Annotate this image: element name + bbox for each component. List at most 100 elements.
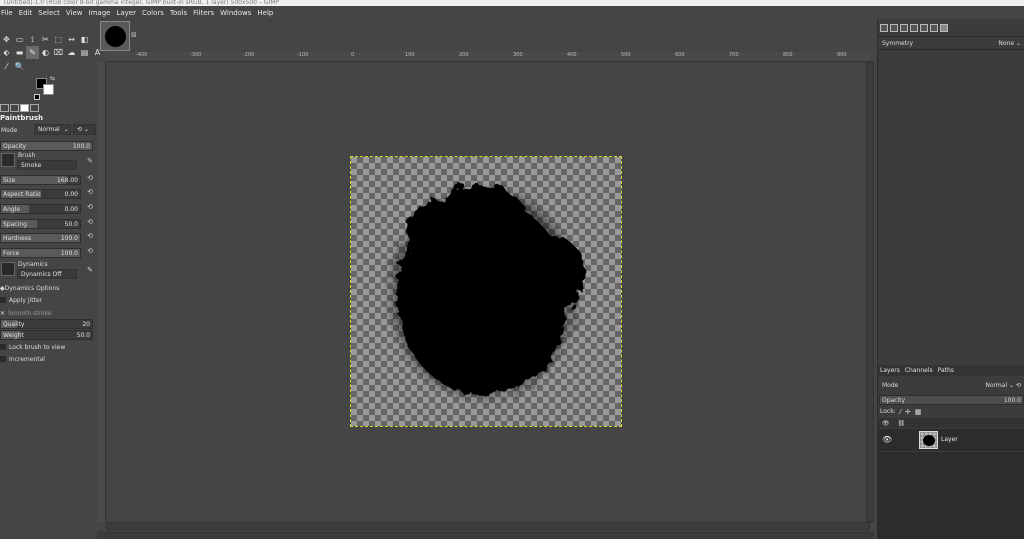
edit-dynamics-icon[interactable]: ✎ [84,266,96,277]
weight-label: Weight [3,331,24,339]
horizontal-scrollbar[interactable] [106,522,870,530]
spacing-slider[interactable]: Spacing 50.0 [0,219,81,229]
smooth-stroke-row[interactable]: ✕ Smooth stroke [0,307,97,319]
lock-brush-checkbox[interactable] [0,344,6,350]
image-canvas[interactable] [350,156,622,427]
menu-tools[interactable]: Tools [170,9,187,17]
images-tab-icon[interactable] [30,104,39,112]
move-tool-icon[interactable]: ✥ [0,33,13,46]
symmetry-tab-icon[interactable] [940,23,948,32]
flip-tool-icon[interactable]: ↔ [65,33,78,46]
apply-jitter-checkbox[interactable] [0,297,6,303]
menu-select[interactable]: Select [38,9,60,17]
menu-windows[interactable]: Windows [220,9,251,17]
menu-view[interactable]: View [66,9,83,17]
mode-select[interactable]: Normal ⌄ [34,124,71,135]
eraser-tool-icon[interactable]: ⌧ [52,46,65,59]
lock-position-icon[interactable]: ✛ [905,408,911,416]
menu-file[interactable]: File [1,9,13,17]
patterns-tab-icon[interactable] [890,23,898,32]
smooth-stroke-label: Smooth stroke [8,309,52,317]
brush-thumbnail[interactable] [1,153,15,167]
brushes-tab-icon[interactable] [880,23,888,32]
tool-options-tab-icon[interactable] [0,104,9,112]
menu-help[interactable]: Help [257,9,273,17]
vertical-scrollbar[interactable] [866,62,874,522]
tab-layers[interactable]: Layers [880,367,900,374]
menu-edit[interactable]: Edit [19,9,33,17]
smudge-tool-icon[interactable]: ☁ [65,46,78,59]
weight-slider[interactable]: Weight 50.0 [0,330,93,340]
layer-mode-select[interactable]: Normal ⌄ ⟲ [985,382,1021,389]
transform-tool-icon[interactable]: ◧ [78,33,91,46]
default-colors-icon[interactable] [34,94,40,100]
aspect-ratio-slider[interactable]: Aspect Ratio 0.00 [0,189,81,199]
hardness-reset-icon[interactable]: ⟲ [84,232,96,243]
menu-colors[interactable]: Colors [142,9,164,17]
symmetry-select[interactable]: None ⌄ [998,40,1021,47]
lock-pixels-icon[interactable]: ⁄ [900,408,901,416]
right-dock: Symmetry None ⌄ Layers Channels Paths Mo… [877,19,1024,539]
swap-colors-icon[interactable]: ⇆ [50,75,55,82]
angle-slider[interactable]: Angle 0.00 [0,204,81,214]
zoom-tool-icon[interactable]: 🔍 [13,60,26,73]
document-history-tab-icon[interactable] [920,23,928,32]
layer-thumbnail [919,431,938,449]
visibility-eye-icon[interactable]: 👁 [882,435,892,444]
size-reset-icon[interactable]: ⟲ [84,174,96,185]
layer-row[interactable]: 👁 Layer [878,429,1024,451]
close-image-icon[interactable]: ⊠ [131,31,137,39]
gradient-tool-icon[interactable]: ▬ [13,46,26,59]
hardness-slider[interactable]: Hardness 100.0 [0,233,81,243]
mode-reset-button[interactable]: ⟲ ⌄ [73,124,96,135]
image-tab-thumbnail[interactable] [100,21,130,51]
hardness-value: 100.0 [60,234,78,242]
angle-reset-icon[interactable]: ⟲ [84,203,96,214]
tab-paths[interactable]: Paths [938,367,954,374]
smooth-stroke-checkbox[interactable]: ✕ [0,310,5,317]
size-value: 168.00 [57,176,78,184]
force-slider[interactable]: Force 100.0 [0,248,81,258]
menu-filters[interactable]: Filters [193,9,214,17]
weight-value: 50.0 [76,331,90,339]
layer-opacity-slider[interactable]: Opacity 100.0 [879,395,1024,405]
force-reset-icon[interactable]: ⟲ [84,247,96,258]
lock-brush-row[interactable]: Lock brush to view [0,341,97,353]
apply-jitter-row[interactable]: Apply Jitter [0,294,97,306]
dynamics-thumbnail[interactable] [1,262,15,276]
scissors-tool-icon[interactable]: ✂ [39,33,52,46]
quality-slider[interactable]: Quality 20 [0,319,93,329]
background-color[interactable] [43,84,54,95]
edit-brush-icon[interactable]: ✎ [84,157,96,168]
spacing-reset-icon[interactable]: ⟲ [84,218,96,229]
paintbrush-tool-icon[interactable]: ✎ [26,46,39,59]
lock-alpha-icon[interactable]: ▦ [915,408,922,416]
paint-dynamics-tab-icon[interactable] [930,23,938,32]
device-status-tab-icon[interactable] [10,104,19,112]
images-tab-icon[interactable] [910,23,918,32]
menu-image[interactable]: Image [89,9,111,17]
aspect-reset-icon[interactable]: ⟲ [84,188,96,199]
tab-channels[interactable]: Channels [905,367,933,374]
incremental-checkbox[interactable] [0,356,6,362]
free-select-tool-icon[interactable]: ⟟ [26,33,39,46]
brush-name-field[interactable]: Smoke [17,160,77,170]
horizontal-ruler[interactable]: -400 -300 -200 -100 0 100 200 300 400 50… [106,52,870,62]
crop-tool-icon[interactable]: ⬚ [52,33,65,46]
size-slider[interactable]: Size 168.00 [0,175,81,185]
color-picker-tool-icon[interactable]: ⁄ [0,60,13,73]
menu-layer[interactable]: Layer [116,9,136,17]
opacity-slider[interactable]: Opacity 100.0 [0,141,93,151]
paths-tool-icon[interactable]: ▤ [78,46,91,59]
undo-history-tab-icon[interactable] [20,104,29,112]
bucket-fill-tool-icon[interactable]: ⬖ [0,46,13,59]
rect-select-tool-icon[interactable]: ▭ [13,33,26,46]
dodge-tool-icon[interactable]: ◐ [39,46,52,59]
tool-row: ⁄ 🔍 [0,60,26,73]
fonts-tab-icon[interactable] [900,23,908,32]
incremental-row[interactable]: Incremental [0,353,97,365]
vertical-ruler[interactable] [97,62,106,522]
dynamics-field[interactable]: Dynamics Off [17,269,77,279]
dynamics-options-row[interactable]: ◆ Dynamics Options [0,282,97,294]
mode-value: Normal [38,126,60,133]
